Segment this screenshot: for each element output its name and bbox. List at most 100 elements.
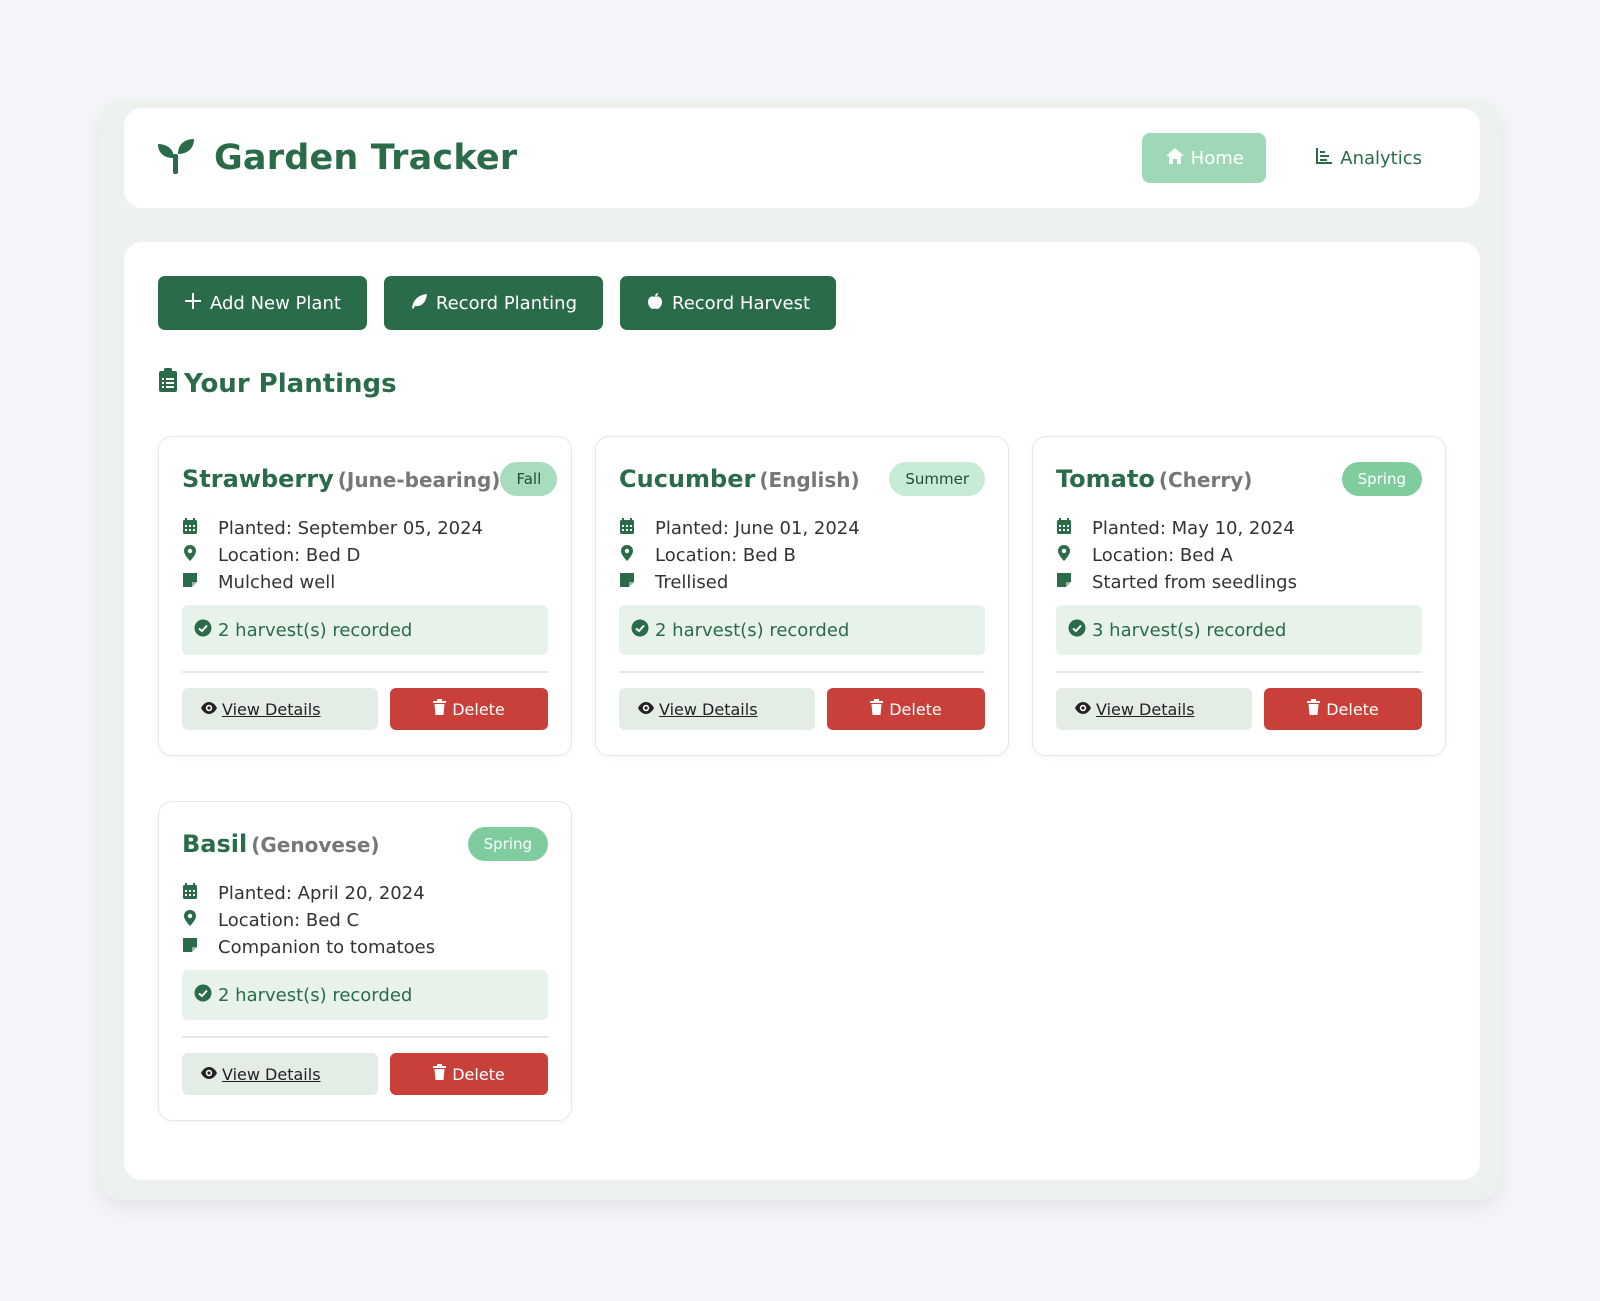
trash-icon (870, 699, 884, 719)
view-details-label: View Details (222, 1064, 321, 1084)
location-text: Location: Bed B (655, 545, 796, 566)
app-frame: Garden Tracker Home Analytics Add New Pl… (100, 100, 1500, 1200)
location-row: Location: Bed A (1056, 542, 1297, 569)
planted-date: Planted: September 05, 2024 (218, 518, 484, 539)
card-divider (1056, 671, 1422, 673)
delete-button[interactable]: Delete (827, 688, 985, 730)
map-pin-icon (619, 544, 655, 567)
delete-label: Delete (452, 699, 505, 719)
note-text: Started from seedlings (1092, 572, 1297, 593)
view-details-label: View Details (659, 699, 758, 719)
view-details-label: View Details (1096, 699, 1195, 719)
clipboard-icon (158, 367, 178, 400)
sticky-note-icon (1056, 571, 1092, 594)
calendar-icon (1056, 517, 1092, 540)
harvest-count: 2 harvest(s) recorded (218, 619, 413, 641)
record-harvest-button[interactable]: Record Harvest (620, 276, 837, 330)
check-circle-icon (631, 619, 649, 642)
season-badge: Summer (889, 462, 985, 496)
planted-row: Planted: June 01, 2024 (619, 515, 860, 542)
delete-button[interactable]: Delete (390, 1053, 548, 1095)
header: Garden Tracker Home Analytics (124, 108, 1480, 208)
record-planting-button[interactable]: Record Planting (383, 276, 604, 330)
card-actions: View Details Delete (619, 688, 985, 730)
location-text: Location: Bed D (218, 545, 361, 566)
plant-card: Basil (Genovese) Spring Planted: April 20… (158, 801, 572, 1121)
action-bar: Add New Plant Record Planting Record Har… (158, 276, 837, 330)
season-badge: Spring (467, 827, 548, 861)
record-harvest-label: Record Harvest (672, 292, 811, 314)
harvest-summary: 2 harvest(s) recorded (619, 605, 985, 655)
add-new-plant-button[interactable]: Add New Plant (158, 276, 367, 330)
season-badge: Spring (1341, 462, 1422, 496)
card-header: Strawberry (June-bearing) Fall (182, 461, 558, 497)
view-details-label: View Details (222, 699, 321, 719)
note-text: Mulched well (218, 572, 336, 593)
plant-variety: (English) (759, 468, 860, 492)
brand: Garden Tracker (156, 136, 517, 180)
plant-info: Planted: May 10, 2024 Location: Bed A St… (1056, 515, 1297, 596)
plant-variety: (Cherry) (1158, 468, 1253, 492)
location-text: Location: Bed A (1092, 545, 1233, 566)
planted-row: Planted: May 10, 2024 (1056, 515, 1297, 542)
main-panel: Add New Plant Record Planting Record Har… (124, 242, 1480, 1180)
planted-row: Planted: April 20, 2024 (182, 880, 435, 907)
eye-icon (1074, 700, 1092, 719)
plant-card: Strawberry (June-bearing) Fall Planted: S… (158, 436, 572, 756)
delete-button[interactable]: Delete (390, 688, 548, 730)
check-circle-icon (194, 984, 212, 1007)
nav-analytics-button[interactable]: Analytics (1292, 133, 1444, 183)
record-planting-label: Record Planting (435, 292, 578, 314)
nav-analytics-label: Analytics (1340, 147, 1422, 169)
add-new-plant-label: Add New Plant (210, 292, 341, 314)
note-row: Started from seedlings (1056, 569, 1297, 596)
card-divider (182, 1036, 548, 1038)
planted-date: Planted: April 20, 2024 (218, 883, 425, 904)
eye-icon (200, 1065, 218, 1084)
note-row: Mulched well (182, 569, 483, 596)
sticky-note-icon (619, 571, 655, 594)
check-circle-icon (194, 619, 212, 642)
app-title: Garden Tracker (214, 138, 518, 178)
harvest-count: 2 harvest(s) recorded (218, 984, 413, 1006)
delete-label: Delete (452, 1064, 505, 1084)
plant-name: Tomato (Cherry) (1056, 465, 1252, 493)
delete-label: Delete (889, 699, 942, 719)
view-details-button[interactable]: View Details (182, 1053, 378, 1095)
calendar-icon (619, 517, 655, 540)
home-icon (1165, 146, 1185, 171)
plant-name-text: Strawberry (182, 465, 334, 493)
main-nav: Home Analytics (1142, 133, 1444, 183)
plant-name-text: Cucumber (619, 465, 756, 493)
plant-name-text: Tomato (1056, 465, 1155, 493)
harvest-summary: 2 harvest(s) recorded (182, 605, 548, 655)
chart-icon (1314, 146, 1334, 171)
view-details-button[interactable]: View Details (1056, 688, 1252, 730)
trash-icon (433, 699, 447, 719)
delete-button[interactable]: Delete (1264, 688, 1422, 730)
eye-icon (200, 700, 218, 719)
card-header: Basil (Genovese) Spring (182, 826, 548, 862)
card-actions: View Details Delete (182, 1053, 548, 1095)
sticky-note-icon (182, 936, 218, 959)
planted-row: Planted: September 05, 2024 (182, 515, 483, 542)
nav-home-label: Home (1190, 147, 1244, 169)
harvest-count: 2 harvest(s) recorded (655, 619, 850, 641)
sticky-note-icon (182, 571, 218, 594)
plant-variety: (Genovese) (251, 833, 380, 857)
plant-name: Basil (Genovese) (182, 830, 380, 858)
note-row: Companion to tomatoes (182, 934, 435, 961)
section-title: Your Plantings (158, 367, 397, 400)
section-title-text: Your Plantings (184, 368, 397, 399)
harvest-count: 3 harvest(s) recorded (1092, 619, 1287, 641)
map-pin-icon (182, 909, 218, 932)
view-details-button[interactable]: View Details (182, 688, 378, 730)
plant-info: Planted: September 05, 2024 Location: Be… (182, 515, 483, 596)
calendar-icon (182, 517, 218, 540)
card-divider (182, 671, 548, 673)
nav-home-button[interactable]: Home (1142, 133, 1267, 183)
trash-icon (433, 1064, 447, 1084)
location-row: Location: Bed C (182, 907, 435, 934)
view-details-button[interactable]: View Details (619, 688, 815, 730)
plant-info: Planted: June 01, 2024 Location: Bed B T… (619, 515, 860, 596)
